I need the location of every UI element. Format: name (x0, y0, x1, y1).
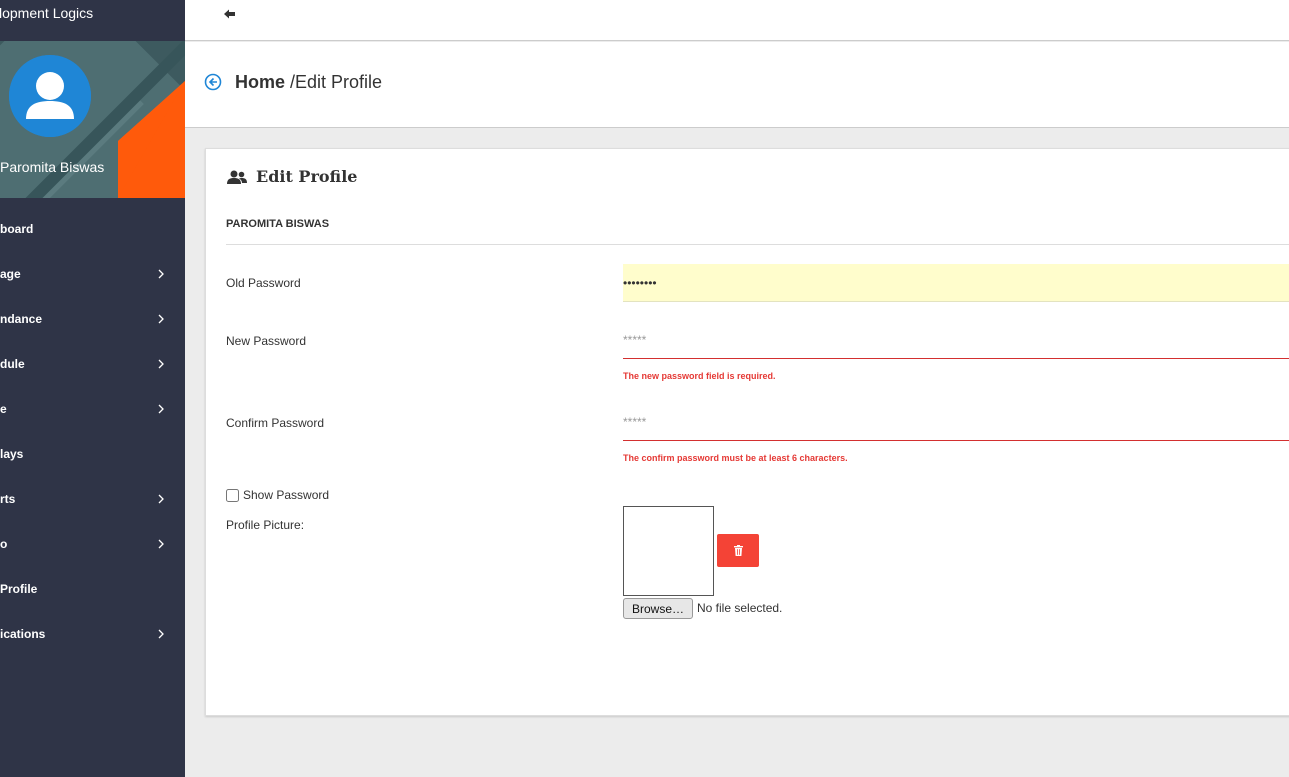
chevron-right-icon (157, 404, 165, 413)
sidebar-item-label: ndance (0, 311, 43, 326)
delete-picture-button[interactable] (717, 534, 759, 567)
brand-title: lopment Logics (0, 5, 94, 21)
sidebar-item-label: Profile (0, 581, 38, 596)
sidebar-item-label: o (0, 536, 8, 551)
browse-button[interactable]: Browse… (623, 598, 693, 619)
new-password-label: New Password (226, 334, 307, 348)
sidebar-menu: board age ndance dule e lays rts o Profi… (0, 206, 185, 656)
sidebar-item-leave[interactable]: e (0, 386, 185, 431)
edit-profile-card: Edit Profile PAROMITA BISWAS Old Passwor… (205, 148, 1289, 716)
sidebar-toggle-icon[interactable] (223, 7, 237, 21)
breadcrumb-bar: Home /Edit Profile (185, 42, 1289, 128)
profile-picture-preview (623, 506, 714, 596)
new-password-error: The new password field is required. (623, 371, 776, 381)
user-avatar-icon (9, 55, 91, 137)
sidebar-item-label: dule (0, 356, 25, 371)
sidebar-item-label: e (0, 401, 7, 416)
user-name-heading: PAROMITA BISWAS (226, 218, 330, 230)
sidebar-item-reports[interactable]: rts (0, 476, 185, 521)
sidebar-item-holidays[interactable]: lays (0, 431, 185, 476)
chevron-right-icon (157, 314, 165, 323)
old-password-field[interactable] (623, 264, 1289, 302)
sidebar-item-label: age (0, 266, 21, 281)
sidebar-item-applications[interactable]: ications (0, 611, 185, 656)
sidebar-item-manage[interactable]: age (0, 251, 185, 296)
chevron-right-icon (157, 494, 165, 503)
new-password-field[interactable] (623, 321, 1289, 359)
breadcrumb: Home /Edit Profile (235, 72, 382, 93)
chevron-right-icon (157, 539, 165, 548)
sidebar-item-profile[interactable]: Profile (0, 566, 185, 611)
avatar[interactable] (9, 55, 91, 137)
show-password-toggle[interactable]: Show Password (226, 488, 329, 502)
sidebar-item-info[interactable]: o (0, 521, 185, 566)
top-bar (185, 0, 1289, 41)
sidebar-item-dashboard[interactable]: board (0, 206, 185, 251)
show-password-label: Show Password (243, 488, 330, 502)
chevron-right-icon (157, 629, 165, 638)
brand: lopment Logics (0, 0, 185, 41)
profile-header: Paromita Biswas (0, 41, 185, 198)
sidebar: lopment Logics Paromita Biswas board age… (0, 0, 185, 777)
sidebar-item-label: lays (0, 446, 24, 461)
card-title-text: Edit Profile (256, 167, 358, 186)
users-icon (227, 170, 247, 184)
back-arrow-icon[interactable] (204, 73, 222, 91)
trash-icon (733, 545, 743, 556)
breadcrumb-current: /Edit Profile (290, 72, 383, 92)
chevron-right-icon (157, 359, 165, 368)
sidebar-item-label: ications (0, 626, 46, 641)
confirm-password-field[interactable] (623, 403, 1289, 441)
divider (226, 244, 1289, 245)
profile-name: Paromita Biswas (0, 159, 105, 175)
chevron-right-icon (157, 269, 165, 278)
file-status: No file selected. (697, 601, 783, 615)
sidebar-item-attendance[interactable]: ndance (0, 296, 185, 341)
show-password-checkbox[interactable] (226, 488, 239, 502)
breadcrumb-home[interactable]: Home (235, 72, 285, 92)
confirm-password-label: Confirm Password (226, 416, 325, 430)
old-password-label: Old Password (226, 276, 301, 290)
card-title: Edit Profile (226, 167, 357, 186)
sidebar-item-label: board (0, 221, 34, 236)
confirm-password-error: The confirm password must be at least 6 … (623, 453, 848, 463)
sidebar-item-label: rts (0, 491, 16, 506)
profile-picture-label: Profile Picture: (226, 518, 305, 532)
sidebar-item-schedule[interactable]: dule (0, 341, 185, 386)
